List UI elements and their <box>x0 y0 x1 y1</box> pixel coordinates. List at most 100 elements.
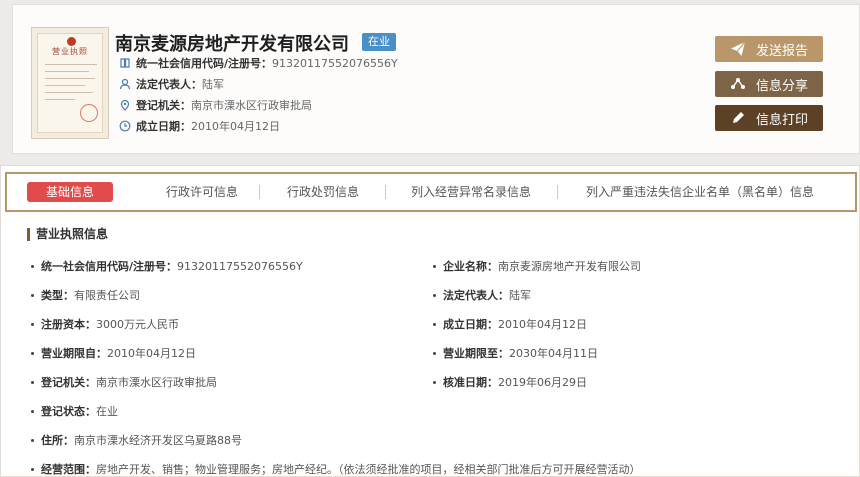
bullet-icon <box>31 322 34 326</box>
tab-basic-info[interactable]: 基础信息 <box>27 182 113 202</box>
summary-authority: 登记机关： 南京市溧水区行政审批局 <box>119 97 312 113</box>
field-label: 成立日期： <box>443 318 498 331</box>
tab-bar: 基础信息 行政许可信息 行政处罚信息 列入经营异常名录信息 列入严重违法失信企业… <box>5 172 857 212</box>
license-paper: 营业执照 <box>37 33 103 133</box>
person-icon <box>119 78 131 90</box>
bullet-icon <box>433 322 436 326</box>
summary-label: 统一社会信用代码/注册号： <box>136 57 273 70</box>
summary-credit-code: 统一社会信用代码/注册号： 91320117552076556Y <box>119 55 398 71</box>
print-info-button[interactable]: 信息打印 <box>715 105 823 131</box>
print-info-label: 信息打印 <box>755 112 808 128</box>
credit-code-icon <box>119 57 131 69</box>
send-report-button[interactable]: 发送报告 <box>715 36 823 62</box>
tab-separator <box>385 185 386 199</box>
field-company-name: 企业名称： 南京麦源房地产开发有限公司 <box>433 258 641 274</box>
tab-admin-penalty[interactable]: 行政处罚信息 <box>277 174 369 210</box>
field-authority: 登记机关： 南京市溧水区行政审批局 <box>31 374 217 390</box>
field-label: 登记机关： <box>41 376 96 389</box>
summary-value: 91320117552076556Y <box>272 56 398 70</box>
tab-abnormal-list[interactable]: 列入经营异常名录信息 <box>403 174 539 210</box>
field-label: 法定代表人： <box>443 289 509 302</box>
field-credit-code: 统一社会信用代码/注册号： 91320117552076556Y <box>31 258 303 274</box>
field-registered-capital: 注册资本： 3000万元人民币 <box>31 316 179 332</box>
field-label: 类型： <box>41 289 74 302</box>
field-value: 2010年04月12日 <box>498 318 587 331</box>
field-address: 住所： 南京市溧水经济开发区乌夏路88号 <box>31 432 242 448</box>
bullet-icon <box>433 293 436 297</box>
field-term-end: 营业期限至： 2030年04月11日 <box>433 345 598 361</box>
national-emblem-icon <box>67 37 76 46</box>
location-icon <box>119 99 131 111</box>
official-stamp-icon <box>80 104 98 122</box>
tab-blacklist[interactable]: 列入严重违法失信企业名单（黑名单）信息 <box>575 174 825 210</box>
share-info-button[interactable]: 信息分享 <box>715 71 823 97</box>
license-text-line <box>45 64 97 65</box>
field-registration-status: 登记状态： 在业 <box>31 403 118 419</box>
field-label: 统一社会信用代码/注册号： <box>41 260 178 273</box>
field-approval-date: 核准日期： 2019年06月29日 <box>433 374 587 390</box>
license-text-line <box>45 99 75 100</box>
bullet-icon <box>433 351 436 355</box>
field-value: 2010年04月12日 <box>107 347 196 360</box>
field-label: 营业期限至： <box>443 347 509 360</box>
field-label: 住所： <box>41 434 74 447</box>
field-value: 南京市溧水区行政审批局 <box>96 376 217 389</box>
summary-value: 2010年04月12日 <box>191 120 280 133</box>
field-value: 91320117552076556Y <box>177 259 303 273</box>
field-label: 注册资本： <box>41 318 96 331</box>
field-term-start: 营业期限自： 2010年04月12日 <box>31 345 196 361</box>
license-text-line <box>45 78 95 79</box>
bullet-icon <box>31 409 34 413</box>
bullet-icon <box>31 293 34 297</box>
field-label: 经营范围： <box>41 463 96 476</box>
summary-label: 法定代表人： <box>136 78 202 91</box>
share-icon <box>730 76 746 92</box>
field-value: 南京麦源房地产开发有限公司 <box>498 260 641 273</box>
company-header-card: 营业执照 南京麦源房地产开发有限公司 在业 统一社会信用代码/注册号： 9132… <box>12 4 860 154</box>
status-badge: 在业 <box>362 33 396 51</box>
bullet-icon <box>31 264 34 268</box>
field-established-date: 成立日期： 2010年04月12日 <box>433 316 587 332</box>
tab-admin-license[interactable]: 行政许可信息 <box>157 174 247 210</box>
paper-plane-icon <box>730 41 746 57</box>
bullet-icon <box>31 351 34 355</box>
bullet-icon <box>433 380 436 384</box>
business-license-thumbnail[interactable]: 营业执照 <box>31 27 109 139</box>
field-value: 2030年04月11日 <box>509 347 598 360</box>
field-value: 房地产开发、销售；物业管理服务；房地产经纪。（依法须经批准的项目，经相关部门批准… <box>96 463 641 476</box>
summary-label: 成立日期： <box>136 120 191 133</box>
field-label: 登记状态： <box>41 405 96 418</box>
summary-legal-rep: 法定代表人： 陆军 <box>119 76 224 92</box>
field-type: 类型： 有限责任公司 <box>31 287 140 303</box>
field-value: 2019年06月29日 <box>498 376 587 389</box>
tab-separator <box>259 185 260 199</box>
pencil-icon <box>730 110 746 126</box>
field-label: 营业期限自： <box>41 347 107 360</box>
field-label: 核准日期： <box>443 376 498 389</box>
field-value: 陆军 <box>509 289 531 302</box>
field-value: 3000万元人民币 <box>96 318 179 331</box>
section-title: 营业执照信息 <box>27 228 108 241</box>
summary-established: 成立日期： 2010年04月12日 <box>119 118 280 134</box>
license-title: 营业执照 <box>52 47 88 56</box>
bullet-icon <box>31 438 34 442</box>
license-text-line <box>45 92 93 93</box>
bullet-icon <box>31 380 34 384</box>
field-legal-rep: 法定代表人： 陆军 <box>433 287 531 303</box>
company-name: 南京麦源房地产开发有限公司 <box>115 34 349 55</box>
bullet-icon <box>31 467 34 471</box>
share-info-label: 信息分享 <box>755 78 808 94</box>
license-text-line <box>45 85 85 86</box>
summary-value: 南京市溧水区行政审批局 <box>191 99 312 112</box>
send-report-label: 发送报告 <box>755 43 808 59</box>
field-value: 南京市溧水经济开发区乌夏路88号 <box>74 434 242 447</box>
field-value: 有限责任公司 <box>74 289 140 302</box>
clock-icon <box>119 120 131 132</box>
field-label: 企业名称： <box>443 260 498 273</box>
summary-value: 陆军 <box>202 78 224 91</box>
summary-label: 登记机关： <box>136 99 191 112</box>
detail-panel: 基础信息 行政许可信息 行政处罚信息 列入经营异常名录信息 列入严重违法失信企业… <box>0 165 860 477</box>
bullet-icon <box>433 264 436 268</box>
license-text-line <box>45 71 89 72</box>
field-value: 在业 <box>96 405 118 418</box>
